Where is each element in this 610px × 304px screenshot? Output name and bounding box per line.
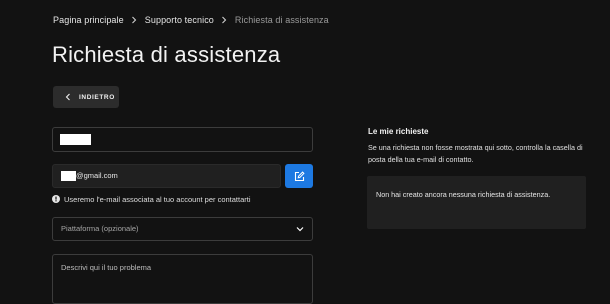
email-note: Useremo l'e-mail associata al tuo accoun… [52,193,251,205]
platform-select-value: Piattaforma (opzionale) [61,224,139,233]
chevron-left-icon [65,93,73,101]
info-icon [52,195,60,203]
my-requests-title: Le mie richieste [368,127,429,136]
edit-icon [294,170,305,182]
breadcrumb-support-link[interactable]: Supporto tecnico [145,15,214,25]
breadcrumb: Pagina principale Supporto tecnico Richi… [53,13,329,27]
requests-panel: Non hai creato ancora nessuna richiesta … [367,176,586,229]
breadcrumb-current: Richiesta di assistenza [234,15,329,25]
problem-description-field[interactable]: Descrivi qui il tuo problema [52,254,313,304]
chevron-right-icon [220,16,229,24]
problem-description-placeholder: Descrivi qui il tuo problema [61,263,152,272]
my-requests-description: Se una richiesta non fosse mostrata qui … [368,143,583,164]
platform-select[interactable]: Piattaforma (opzionale) [52,217,313,241]
back-button[interactable]: INDIETRO [53,86,119,108]
email-field[interactable]: @gmail.com [52,164,281,188]
breadcrumb-home-link[interactable]: Pagina principale [53,15,124,25]
redacted-name [60,134,91,145]
chevron-right-icon [130,16,139,24]
redacted-email-user [61,171,76,181]
back-button-label: INDIETRO [79,93,115,101]
email-note-text: Useremo l'e-mail associata al tuo accoun… [64,194,251,204]
name-field[interactable] [52,127,313,152]
requests-empty-message: Non hai creato ancora nessuna richiesta … [376,190,551,199]
edit-email-button[interactable] [285,164,313,188]
chevron-down-icon [296,225,304,233]
email-value: @gmail.com [76,171,118,180]
page-title: Richiesta di assistenza [52,42,281,67]
